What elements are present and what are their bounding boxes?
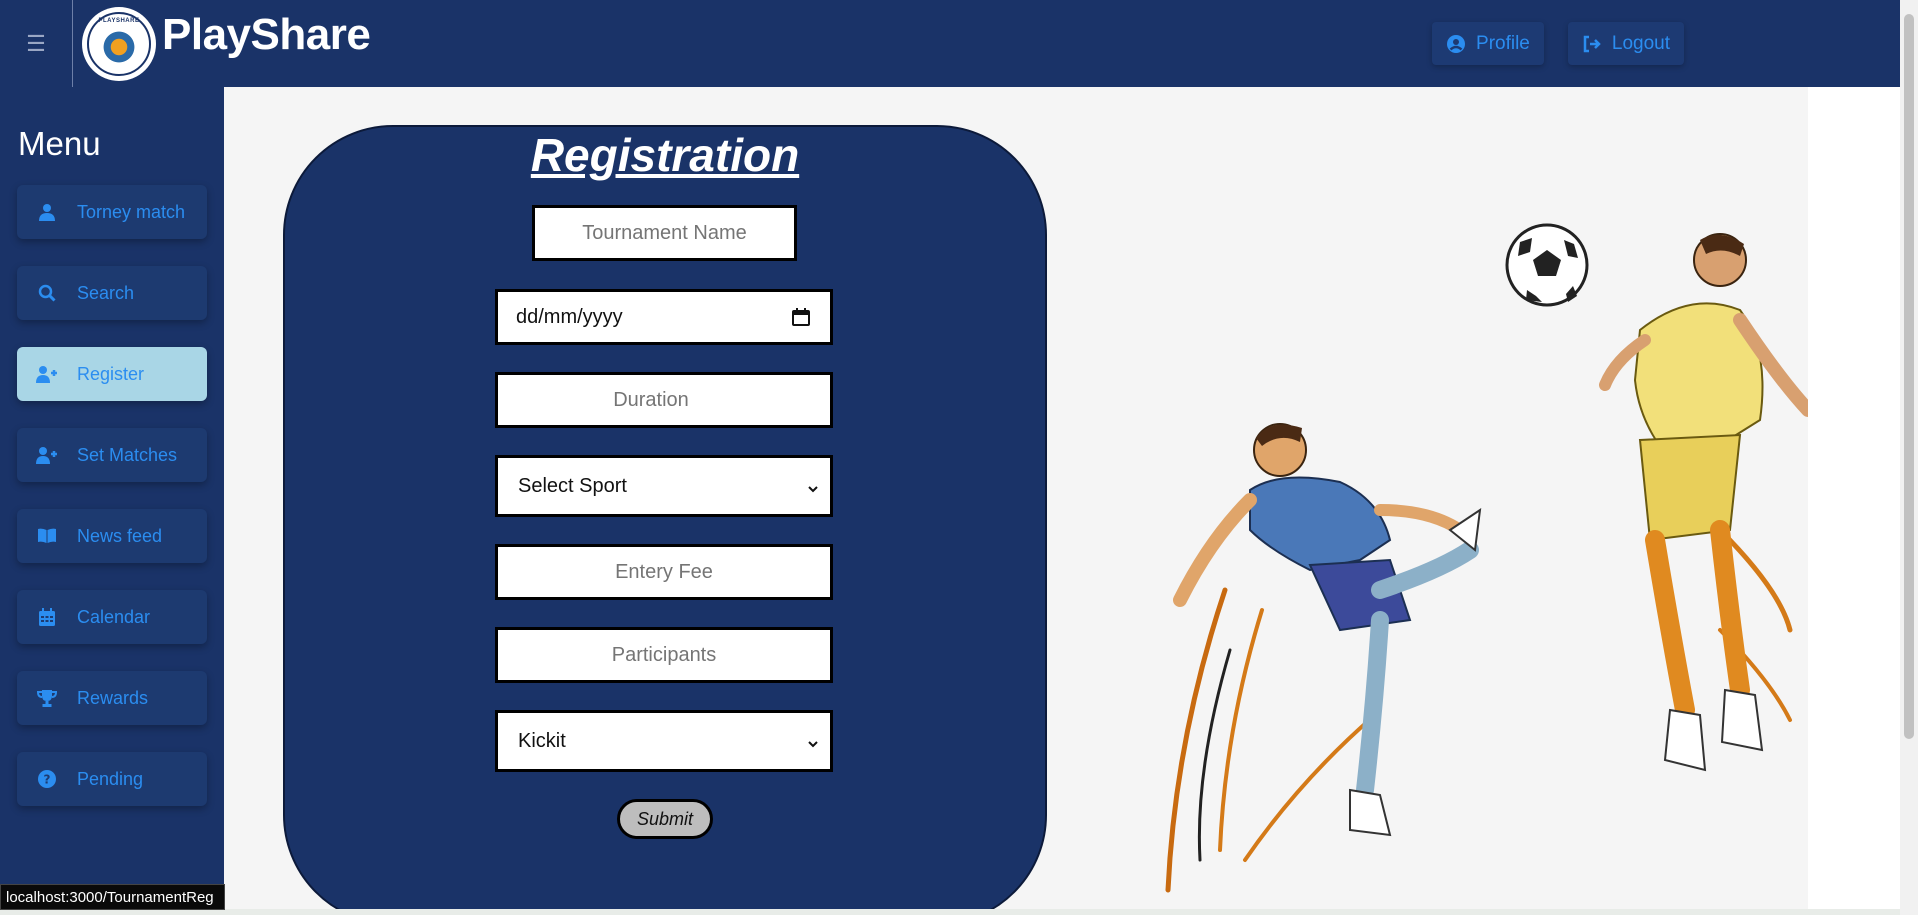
sidebar-item-label: Torney match [77, 201, 186, 222]
calendar-icon [35, 605, 59, 629]
trophy-icon [35, 686, 59, 710]
sign-out-icon [1582, 34, 1602, 54]
date-input[interactable]: dd/mm/yyyy [495, 289, 833, 345]
duration-input[interactable]: Duration [495, 372, 833, 428]
sidebar-item-news-feed[interactable]: News feed [17, 509, 207, 563]
user-plus-icon [35, 362, 59, 386]
format-select[interactable]: Kickit [495, 710, 833, 772]
status-bar-url: localhost:3000/TournamentReg [0, 884, 225, 910]
page: ☰ PLAYSHARE PlayShare Profile Logout Men… [0, 0, 1918, 915]
book-icon [35, 524, 59, 548]
menu-title: Menu [18, 125, 101, 162]
vertical-scrollbar[interactable] [1900, 0, 1918, 915]
sidebar-item-torney-match[interactable]: Torney match [17, 185, 207, 239]
chevron-down-icon [806, 734, 820, 748]
sidebar-item-label: Rewards [77, 687, 149, 708]
bottom-strip [0, 909, 1900, 915]
sidebar-item-set-matches[interactable]: Set Matches [17, 428, 207, 482]
sport-select[interactable]: Select Sport [495, 455, 833, 517]
sidebar-item-label: Calendar [77, 606, 151, 627]
playshare-logo: PLAYSHARE [82, 6, 156, 81]
question-circle-icon: ? [35, 767, 59, 791]
participants-input[interactable]: Participants [495, 627, 833, 683]
logout-button[interactable]: Logout [1567, 22, 1684, 65]
sidebar-item-calendar[interactable]: Calendar [17, 590, 207, 644]
participants-placeholder: Participants [611, 643, 717, 666]
sidebar-item-label: Set Matches [77, 444, 178, 465]
tournament-name-placeholder: Tournament Name [582, 221, 747, 244]
submit-button[interactable]: Submit [617, 799, 713, 839]
user-icon [35, 200, 59, 224]
sidebar-item-label: Search [77, 282, 135, 303]
sidebar-item-search[interactable]: Search [17, 266, 207, 320]
logout-label: Logout [1611, 32, 1670, 54]
entry-fee-input[interactable]: Entery Fee [495, 544, 833, 600]
logo-text: PLAYSHARE [98, 17, 140, 24]
date-placeholder: dd/mm/yyyy [516, 305, 623, 328]
duration-placeholder: Duration [613, 388, 689, 411]
calendar-icon[interactable] [792, 308, 810, 326]
tournament-name-input[interactable]: Tournament Name [532, 205, 797, 261]
sidebar-item-label: News feed [77, 525, 163, 546]
football-players-illustration [1080, 210, 1815, 910]
user-circle-icon [1446, 34, 1466, 54]
user-plus-icon [35, 443, 59, 467]
format-select-value: Kickit [518, 729, 566, 752]
hamburger-menu-icon[interactable]: ☰ [0, 0, 73, 87]
svg-text:?: ? [44, 773, 51, 787]
top-header: ☰ PLAYSHARE PlayShare Profile Logout [0, 0, 1900, 87]
registration-title: Registration [530, 129, 800, 181]
profile-button[interactable]: Profile [1432, 22, 1544, 65]
sidebar-item-register[interactable]: Register [17, 347, 207, 401]
profile-label: Profile [1476, 32, 1530, 54]
sidebar-item-rewards[interactable]: Rewards [17, 671, 207, 725]
entry-fee-placeholder: Entery Fee [615, 560, 713, 583]
sidebar-item-pending[interactable]: ? Pending [17, 752, 207, 806]
brand-logo-link[interactable]: PLAYSHARE PlayShare [82, 6, 371, 81]
sport-select-value: Select Sport [518, 474, 627, 497]
sidebar-item-label: Register [77, 363, 145, 384]
sidebar: Menu Torney match Search Register Set Ma… [0, 87, 224, 915]
brand-name: PlayShare [162, 9, 371, 59]
chevron-down-icon [806, 479, 820, 493]
right-margin [1808, 87, 1900, 909]
sidebar-item-label: Pending [77, 768, 144, 789]
search-icon [35, 281, 59, 305]
scrollbar-thumb[interactable] [1904, 14, 1914, 739]
